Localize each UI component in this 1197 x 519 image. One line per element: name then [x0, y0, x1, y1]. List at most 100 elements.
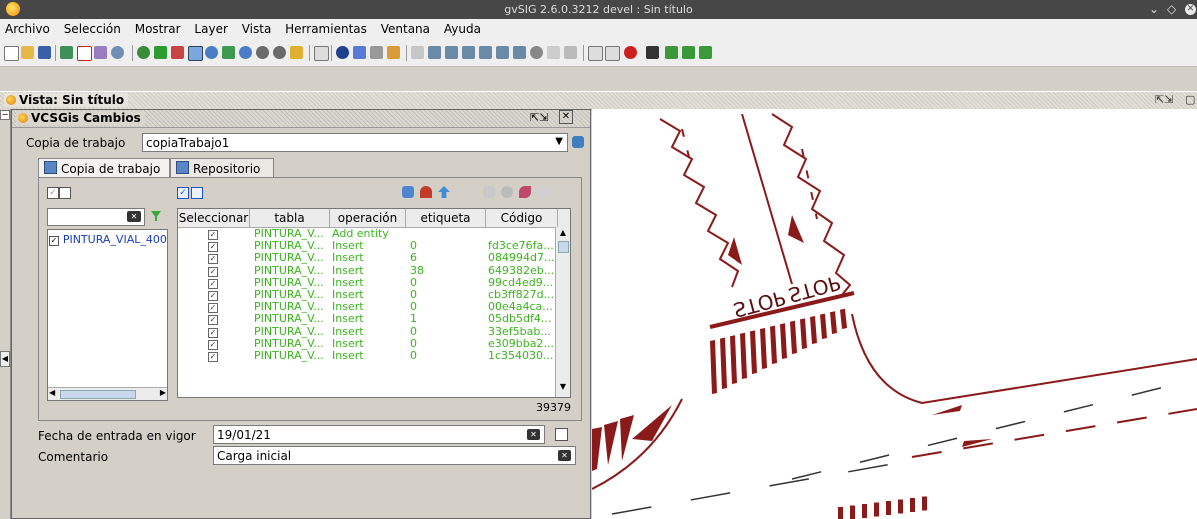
select-all-layers-checkbox[interactable]: ✓: [47, 187, 59, 199]
zoom-layer-icon[interactable]: [222, 46, 235, 59]
scroll-up-icon[interactable]: ▲: [558, 228, 568, 238]
new-file-icon[interactable]: [4, 46, 19, 61]
clear-select-icon[interactable]: [564, 46, 577, 59]
calendar-icon[interactable]: [555, 428, 568, 441]
select-all-changes-checkbox[interactable]: ✓: [177, 187, 189, 199]
select-polygon-icon[interactable]: [445, 46, 458, 59]
map-canvas[interactable]: STOP STOP: [592, 109, 1197, 519]
row-checkbox[interactable]: ✓: [208, 277, 220, 289]
tools-icon[interactable]: [646, 46, 659, 59]
table-row[interactable]: ✓ PINTURA_V... Insert 0 1c354030...: [178, 350, 554, 362]
open-folder-icon[interactable]: [21, 46, 34, 59]
layer-filter-input[interactable]: ✕: [47, 208, 145, 226]
select-rect-icon[interactable]: [428, 46, 441, 59]
menu-archivo[interactable]: Archivo: [0, 19, 55, 36]
table-row[interactable]: ✓ PINTURA_V... Insert 6 084994d7...: [178, 252, 554, 265]
col-seleccionar[interactable]: Seleccionar: [178, 209, 250, 227]
vcs-add-icon[interactable]: [665, 46, 678, 59]
info-dropdown-icon[interactable]: [111, 46, 124, 59]
scroll-thumb[interactable]: [60, 390, 136, 399]
close-icon[interactable]: ✕: [1185, 4, 1196, 15]
info-icon[interactable]: [336, 46, 349, 59]
layout-icon[interactable]: [588, 46, 603, 61]
table-row[interactable]: ✓ PINTURA_V... Insert 0 99cd4ed9...: [178, 277, 554, 289]
tab-repositorio[interactable]: Repositorio: [170, 158, 274, 178]
zoom-full-icon[interactable]: [154, 46, 167, 59]
layers-list[interactable]: ✓ PINTURA_VIAL_400 ◀ ▶: [47, 229, 168, 401]
zoom-back-icon[interactable]: [273, 46, 286, 59]
maximize-icon[interactable]: ▢: [1185, 93, 1195, 106]
row-checkbox[interactable]: ✓: [208, 252, 220, 265]
zoom-next-icon[interactable]: [256, 46, 269, 59]
row-checkbox[interactable]: ✓: [208, 338, 220, 350]
stop-icon[interactable]: [624, 46, 637, 59]
vertical-scrollbar[interactable]: ▲ ▼: [555, 227, 570, 397]
refresh-icon[interactable]: [402, 186, 414, 198]
list-item[interactable]: ✓ PINTURA_VIAL_400: [49, 232, 167, 246]
row-checkbox[interactable]: ✓: [208, 350, 220, 362]
select-pointer-icon[interactable]: [411, 46, 424, 59]
database-icon[interactable]: [572, 136, 584, 148]
clear-highlight-icon[interactable]: [538, 186, 550, 198]
menu-herramientas[interactable]: Herramientas: [280, 19, 372, 36]
row-checkbox[interactable]: ✓: [208, 313, 220, 326]
row-checkbox[interactable]: ✓: [208, 326, 220, 338]
diamond-icon[interactable]: ◇: [1167, 2, 1176, 16]
col-operacion[interactable]: operación: [330, 209, 406, 227]
menu-ayuda[interactable]: Ayuda: [439, 19, 486, 36]
fecha-input[interactable]: 19/01/21 ✕: [213, 425, 545, 444]
zoom-prev-icon[interactable]: [239, 46, 252, 59]
clear-date-icon[interactable]: ✕: [527, 429, 540, 440]
horizontal-scrollbar[interactable]: ◀ ▶: [48, 387, 167, 400]
unselect-all-changes-checkbox[interactable]: [191, 187, 203, 199]
table-row[interactable]: ✓ PINTURA_V... Add entity: [178, 228, 554, 240]
scroll-thumb[interactable]: [558, 241, 569, 253]
table-row[interactable]: ✓ PINTURA_V... Insert 38 649382eb...: [178, 265, 554, 277]
detach-icon[interactable]: ⇱⇲: [1155, 93, 1173, 106]
pan-icon[interactable]: [137, 46, 150, 59]
menu-layer[interactable]: Layer: [189, 19, 232, 36]
zoom-in-icon[interactable]: [188, 46, 203, 61]
table-icon[interactable]: [314, 46, 329, 61]
select-polyline-icon[interactable]: [462, 46, 475, 59]
tab-copia-de-trabajo[interactable]: Copia de trabajo: [38, 158, 170, 178]
rectangle-icon[interactable]: [77, 46, 92, 61]
clear-filter-icon[interactable]: ✕: [127, 211, 141, 222]
collapse-toggle-icon[interactable]: −: [0, 110, 10, 120]
vcs-update-icon[interactable]: [699, 46, 712, 59]
revert-icon[interactable]: [420, 186, 432, 198]
scroll-left-icon[interactable]: ◀: [49, 388, 55, 397]
table-row[interactable]: ✓ PINTURA_V... Insert 0 33ef5bab...: [178, 326, 554, 338]
col-tabla[interactable]: tabla: [250, 209, 330, 227]
col-etiqueta[interactable]: etiqueta: [406, 209, 486, 227]
row-checkbox[interactable]: ✓: [208, 265, 220, 277]
comentario-input[interactable]: Carga inicial ✕: [213, 446, 576, 465]
center-change-icon[interactable]: [501, 186, 513, 198]
col-codigo[interactable]: Código: [486, 209, 558, 227]
menu-ventana[interactable]: Ventana: [376, 19, 435, 36]
table-row[interactable]: ✓ PINTURA_V... Insert 0 fd3ce76fa...: [178, 240, 554, 253]
scroll-left-icon[interactable]: ◀: [0, 351, 10, 367]
locator-icon[interactable]: [290, 46, 303, 59]
print-icon[interactable]: [94, 46, 107, 59]
highlight-icon[interactable]: [519, 186, 531, 198]
detach-icon[interactable]: ⇱⇲: [530, 111, 548, 124]
save-icon[interactable]: [38, 46, 51, 59]
select-layer-icon[interactable]: [513, 46, 526, 59]
layer-checkbox[interactable]: ✓: [49, 236, 59, 246]
zoom-to-change-icon[interactable]: [483, 186, 495, 198]
commit-arrow-up-icon[interactable]: [438, 186, 450, 198]
measure-area-icon[interactable]: [370, 46, 383, 59]
close-icon[interactable]: ✕: [559, 110, 573, 124]
scroll-down-icon[interactable]: ▼: [558, 382, 568, 392]
table-row[interactable]: ✓ PINTURA_V... Insert 0 e309bba2...: [178, 338, 554, 350]
scroll-right-icon[interactable]: ▶: [160, 388, 166, 397]
hyperlink-icon[interactable]: [387, 46, 400, 59]
clear-comment-icon[interactable]: ✕: [558, 450, 571, 461]
unselect-all-layers-checkbox[interactable]: [59, 187, 71, 199]
measure-distance-icon[interactable]: [353, 46, 366, 59]
working-copy-select[interactable]: copiaTrabajo1 ▼: [142, 133, 568, 152]
table-row[interactable]: ✓ PINTURA_V... Insert 0 cb3ff827d...: [178, 289, 554, 301]
row-checkbox[interactable]: ✓: [208, 240, 220, 253]
invert-select-icon[interactable]: [547, 46, 560, 59]
